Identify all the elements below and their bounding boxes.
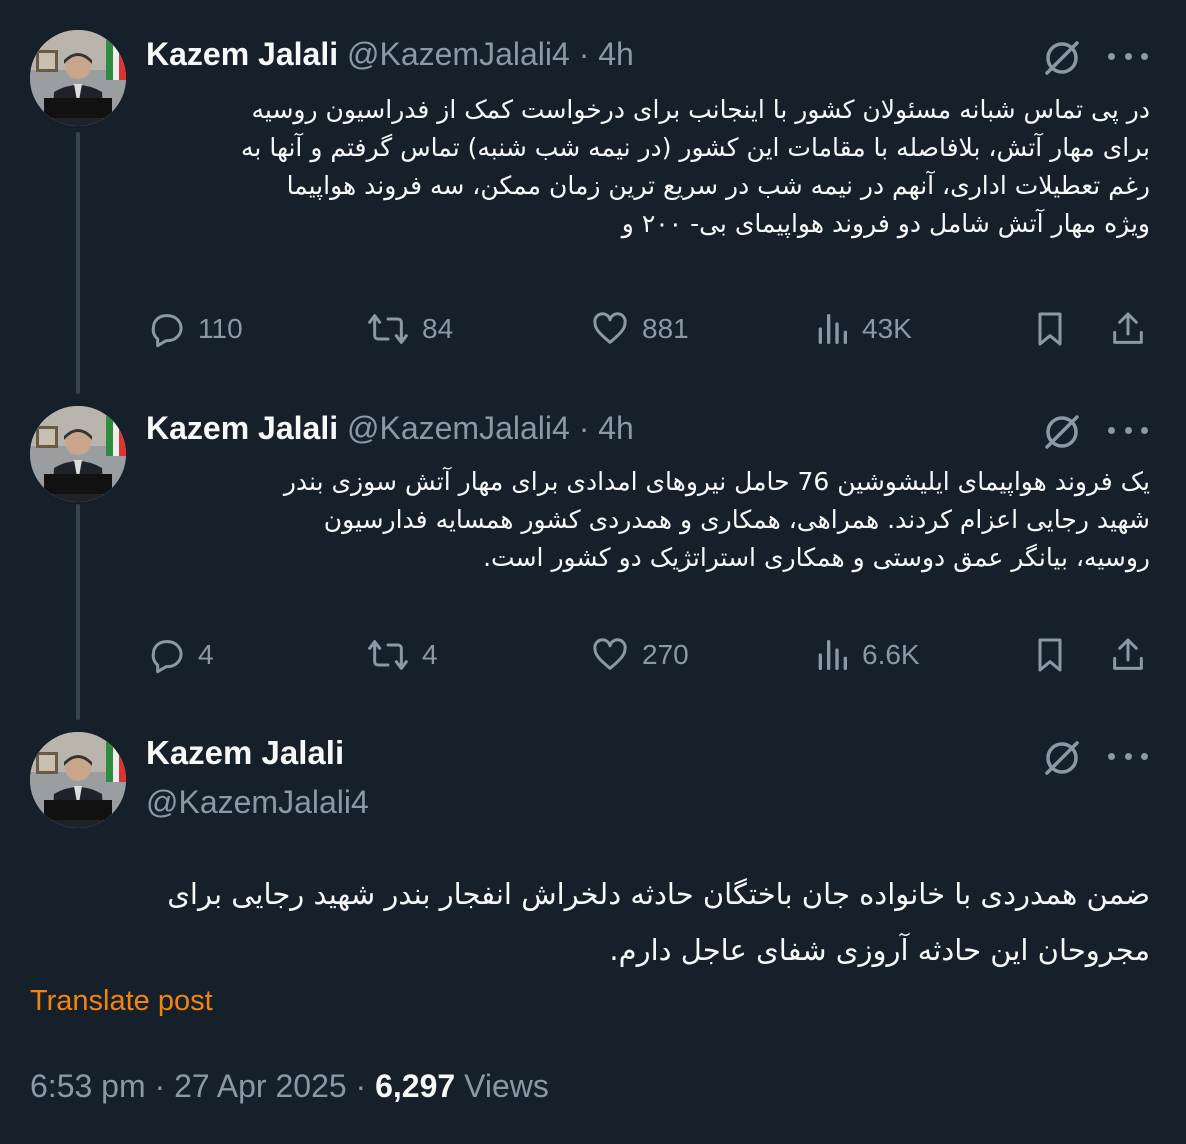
separator-dot: · [154,1068,166,1104]
bookmark-icon [1038,312,1062,346]
author-handle[interactable]: @KazemJalali4 [347,36,570,72]
author-handle[interactable]: @KazemJalali4 [146,784,369,821]
separator-dot: · [578,410,590,446]
more-icon[interactable] [1108,51,1148,61]
share-button[interactable] [1108,633,1148,677]
tweet-time[interactable]: 4h [598,36,634,72]
bookmark-icon [1038,638,1062,672]
views-total: 6,297 [375,1068,456,1104]
post-time[interactable]: 6:53 pm [30,1068,146,1104]
post-date[interactable]: 27 Apr 2025 [174,1068,347,1104]
share-button[interactable] [1108,307,1148,351]
grok-icon[interactable] [1042,738,1082,783]
like-button[interactable]: 270 [590,633,689,677]
reply-icon [151,314,183,348]
views-count: 43K [862,313,912,344]
avatar[interactable] [30,30,126,126]
avatar[interactable] [30,406,126,502]
views-button[interactable]: 43K [814,307,912,351]
views-label: Views [464,1068,549,1104]
tweet-line: یک فروند هواپیمای ایلیشوشین 76 حامل نیرو… [283,467,1150,496]
separator-dot: · [578,36,590,72]
repost-count: 84 [422,313,454,344]
avatar[interactable] [30,732,126,828]
views-icon [818,640,847,670]
more-icon[interactable] [1108,425,1148,435]
bookmark-button[interactable] [1032,307,1068,351]
author-handle[interactable]: @KazemJalali4 [347,410,570,446]
tweet-actions: 110 84 881 43K [146,307,1150,351]
views-count: 6.6K [862,639,920,670]
reply-count: 4 [198,639,214,670]
tweet-meta: 6:53 pm · 27 Apr 2025 · 6,297 Views [30,1068,549,1105]
tweet-line: مجروحان این حادثه آروزی شفای عاجل دارم. [609,933,1150,967]
grok-icon[interactable] [1042,38,1082,83]
thread-line-2 [76,504,80,720]
repost-count: 4 [422,639,438,670]
separator-dot: · [355,1068,367,1104]
like-button[interactable]: 881 [590,307,689,351]
reply-button[interactable]: 4 [146,633,214,677]
reply-button[interactable]: 110 [146,307,243,351]
bookmark-button[interactable] [1032,633,1068,677]
repost-button[interactable]: 4 [366,633,438,677]
tweet-line: ویژه مهار آتش شامل دو فروند هواپیمای بی-… [621,209,1150,238]
grok-icon[interactable] [1042,412,1082,457]
repost-icon [368,314,408,344]
views-icon [818,314,847,344]
tweet-time[interactable]: 4h [598,410,634,446]
tweet-text: در پی تماس شبانه مسئولان کشور با اینجانب… [140,91,1150,243]
author-name[interactable]: Kazem Jalali [146,36,338,72]
translate-post-link[interactable]: Translate post [30,985,213,1018]
reply-icon [151,640,183,674]
share-icon [1113,312,1143,344]
tweet-actions: 4 4 270 6.6K [146,633,1150,677]
tweet-line: برای مهار آتش، بلافاصله با مقامات این کش… [241,133,1150,162]
share-icon [1113,638,1143,670]
like-icon [593,638,627,670]
like-count: 270 [642,639,689,670]
more-icon[interactable] [1108,751,1148,761]
tweet-line: شهید رجایی اعزام کردند. همراهی، همکاری و… [323,505,1150,534]
main-tweet-text: ضمن همدردی با خانواده جان باختگان حادثه … [50,866,1150,978]
thread-line-1 [76,132,80,394]
tweet-header: Kazem Jalali @KazemJalali4 · 4h [146,410,634,447]
like-count: 881 [642,313,689,344]
tweet-text: یک فروند هواپیمای ایلیشوشین 76 حامل نیرو… [140,463,1150,577]
repost-button[interactable]: 84 [366,307,453,351]
author-name[interactable]: Kazem Jalali [146,734,344,772]
tweet-line: در پی تماس شبانه مسئولان کشور با اینجانب… [251,95,1151,124]
tweet-header: Kazem Jalali @KazemJalali4 · 4h [146,36,634,73]
like-icon [593,312,627,344]
reply-count: 110 [198,313,243,344]
author-name[interactable]: Kazem Jalali [146,410,338,446]
tweet-line: ضمن همدردی با خانواده جان باختگان حادثه … [167,877,1150,911]
tweet-line: رغم تعطیلات اداری، آنهم در نیمه شب در سر… [286,171,1150,200]
repost-icon [368,640,408,670]
views-button[interactable]: 6.6K [814,633,920,677]
tweet-line: روسیه، بیانگر عمق دوستی و همکاری استراتژ… [483,543,1150,572]
